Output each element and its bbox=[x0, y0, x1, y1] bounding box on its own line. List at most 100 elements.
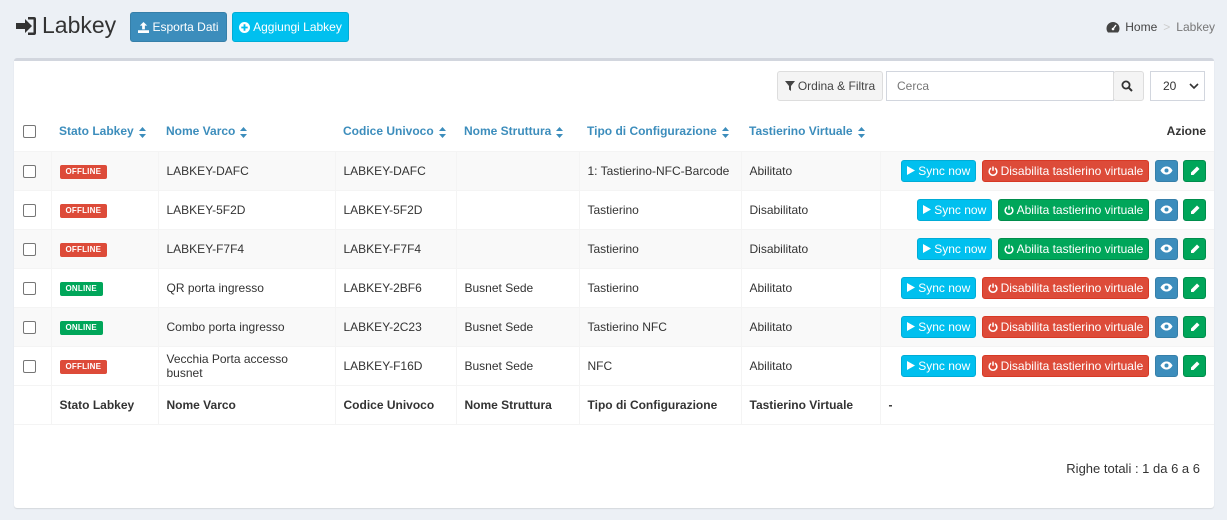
toggle-virtual-keypad-button[interactable]: Disabilita tastierino virtuale bbox=[981, 354, 1150, 377]
row-checkbox[interactable] bbox=[23, 359, 36, 373]
status-badge: ONLINE bbox=[59, 320, 103, 335]
column-header[interactable]: Codice Univoco bbox=[335, 112, 456, 152]
sync-now-button[interactable]: Sync now bbox=[917, 198, 993, 221]
row-checkbox[interactable] bbox=[23, 281, 36, 295]
table-header-row: Stato Labkey Nome Varco Codice Univoco N… bbox=[14, 112, 1214, 152]
view-button[interactable] bbox=[1154, 276, 1178, 299]
toggle-virtual-keypad-button[interactable]: Disabilita tastierino virtuale bbox=[981, 315, 1150, 338]
sync-now-label: Sync now bbox=[918, 163, 971, 178]
gate-name-cell: Vecchia Porta accesso busnet bbox=[158, 345, 336, 385]
unique-code-cell: LABKEY-2BF6 bbox=[335, 267, 457, 307]
row-select-cell bbox=[14, 150, 52, 190]
toggle-virtual-keypad-button[interactable]: Disabilita tastierino virtuale bbox=[981, 276, 1150, 299]
row-select-cell bbox=[14, 306, 52, 346]
power-icon bbox=[988, 361, 998, 371]
edit-button[interactable] bbox=[1183, 315, 1206, 338]
actions-cell: Sync now Abilita tastierino virtuale bbox=[880, 228, 1214, 268]
virtual-keypad-cell: Abilitato bbox=[741, 150, 881, 190]
sync-now-label: Sync now bbox=[918, 280, 971, 295]
structure-cell bbox=[456, 189, 580, 229]
status-cell: OFFLINE bbox=[51, 228, 159, 268]
search-button[interactable] bbox=[1113, 71, 1144, 101]
row-checkbox[interactable] bbox=[23, 242, 36, 256]
select-all-checkbox[interactable] bbox=[23, 125, 36, 139]
table-toolbar: Ordina & Filtra 20 bbox=[14, 71, 1214, 103]
eye-icon bbox=[1160, 166, 1173, 175]
configuration-cell: NFC bbox=[579, 345, 742, 385]
toggle-virtual-keypad-button[interactable]: Abilita tastierino virtuale bbox=[997, 237, 1150, 260]
view-button[interactable] bbox=[1154, 315, 1178, 338]
sync-now-button[interactable]: Sync now bbox=[917, 237, 993, 260]
column-header-actions: Azione bbox=[880, 112, 1214, 152]
toggle-virtual-keypad-label: Disabilita tastierino virtuale bbox=[1000, 280, 1144, 295]
sign-in-icon bbox=[16, 16, 36, 35]
edit-button[interactable] bbox=[1183, 354, 1206, 377]
actions-cell: Sync now Disabilita tastierino virtuale bbox=[880, 267, 1214, 307]
column-header[interactable]: Stato Labkey bbox=[51, 112, 158, 152]
sort-icon bbox=[138, 126, 146, 138]
footer-cell: Nome Struttura bbox=[456, 384, 580, 425]
sync-now-button[interactable]: Sync now bbox=[901, 276, 977, 299]
actions-cell: Sync now Disabilita tastierino virtuale bbox=[880, 345, 1214, 385]
view-button[interactable] bbox=[1154, 354, 1178, 377]
column-header[interactable]: Tipo di Configurazione bbox=[579, 112, 741, 152]
row-checkbox[interactable] bbox=[23, 203, 36, 217]
row-totals: Righe totali : 1 da 6 a 6 bbox=[1066, 461, 1200, 476]
sort-filter-button[interactable]: Ordina & Filtra bbox=[777, 71, 883, 101]
configuration-cell: Tastierino NFC bbox=[579, 306, 742, 346]
power-icon bbox=[988, 322, 998, 332]
edit-button[interactable] bbox=[1183, 276, 1206, 299]
virtual-keypad-cell: Disabilitato bbox=[741, 228, 881, 268]
unique-code-cell: LABKEY-F7F4 bbox=[335, 228, 457, 268]
view-button[interactable] bbox=[1154, 237, 1178, 260]
footer-cell: - bbox=[880, 384, 1214, 425]
toggle-virtual-keypad-label: Abilita tastierino virtuale bbox=[1016, 241, 1144, 256]
column-header[interactable]: Tastierino Virtuale bbox=[741, 112, 880, 152]
sync-now-label: Sync now bbox=[918, 319, 971, 334]
edit-button[interactable] bbox=[1183, 198, 1206, 221]
edit-button[interactable] bbox=[1183, 159, 1206, 182]
sync-now-button[interactable]: Sync now bbox=[901, 315, 977, 338]
eye-icon bbox=[1160, 361, 1173, 370]
page-size-select[interactable]: 20 bbox=[1150, 71, 1205, 101]
sync-now-button[interactable]: Sync now bbox=[901, 354, 977, 377]
title-wrap: Labkey bbox=[14, 12, 116, 39]
edit-button[interactable] bbox=[1183, 237, 1206, 260]
dashboard-icon bbox=[1106, 22, 1120, 33]
status-cell: OFFLINE bbox=[51, 345, 159, 385]
configuration-cell: Tastierino bbox=[579, 189, 742, 229]
toggle-virtual-keypad-button[interactable]: Abilita tastierino virtuale bbox=[997, 198, 1150, 221]
column-header[interactable]: Nome Struttura bbox=[456, 112, 579, 152]
sync-now-button[interactable]: Sync now bbox=[901, 159, 977, 182]
structure-cell: Busnet Sede bbox=[456, 267, 580, 307]
play-icon bbox=[907, 361, 916, 370]
add-labkey-label: Aggiungi Labkey bbox=[253, 20, 342, 34]
status-cell: OFFLINE bbox=[51, 189, 159, 229]
configuration-cell: Tastierino bbox=[579, 228, 742, 268]
structure-cell bbox=[456, 228, 580, 268]
column-header-label: Codice Univoco bbox=[343, 124, 434, 139]
column-header[interactable]: Nome Varco bbox=[158, 112, 335, 152]
table-row: OFFLINE LABKEY-5F2D LABKEY-5F2D Tastieri… bbox=[14, 189, 1214, 229]
search-input[interactable] bbox=[886, 71, 1114, 101]
breadcrumb-home[interactable]: Home bbox=[1125, 20, 1157, 34]
export-data-button[interactable]: Esporta Dati bbox=[130, 12, 227, 42]
unique-code-cell: LABKEY-5F2D bbox=[335, 189, 457, 229]
add-labkey-button[interactable]: Aggiungi Labkey bbox=[232, 12, 349, 42]
power-icon bbox=[988, 283, 998, 293]
column-header-label: Tipo di Configurazione bbox=[587, 124, 717, 139]
status-badge: OFFLINE bbox=[59, 164, 108, 179]
row-checkbox[interactable] bbox=[23, 164, 36, 178]
sync-now-label: Sync now bbox=[934, 241, 987, 256]
view-button[interactable] bbox=[1154, 198, 1178, 221]
toggle-virtual-keypad-button[interactable]: Disabilita tastierino virtuale bbox=[981, 159, 1150, 182]
row-checkbox[interactable] bbox=[23, 320, 36, 334]
plus-circle-icon bbox=[239, 21, 251, 33]
actions-cell: Sync now Disabilita tastierino virtuale bbox=[880, 306, 1214, 346]
breadcrumb-current: Labkey bbox=[1176, 20, 1215, 34]
view-button[interactable] bbox=[1154, 159, 1178, 182]
sort-icon bbox=[556, 126, 564, 138]
select-all-cell bbox=[14, 112, 51, 152]
page-title: Labkey bbox=[42, 12, 117, 38]
labkey-table: Stato Labkey Nome Varco Codice Univoco N… bbox=[14, 112, 1214, 425]
